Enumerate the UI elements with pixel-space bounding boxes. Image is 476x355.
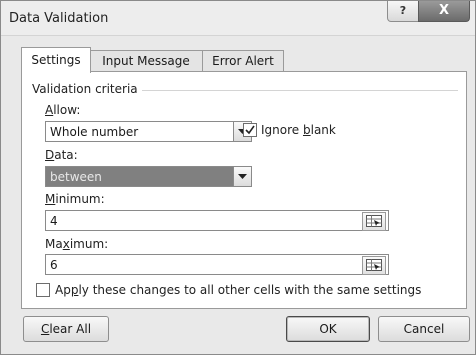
clear-all-button[interactable]: Clear All [23,316,109,342]
maximum-input[interactable]: 6 [45,254,389,275]
close-icon: X [438,3,450,18]
data-dropdown-button[interactable] [233,167,251,186]
minimum-input[interactable]: 4 [45,210,389,231]
help-icon: ? [399,4,407,17]
tab-settings[interactable]: Settings [21,47,91,73]
data-label: Data: [45,148,78,162]
close-button[interactable]: X [418,1,470,22]
minimum-label: Minimum: [45,192,105,206]
minimum-value: 4 [50,214,58,228]
dropdown-arrow-icon [238,174,247,179]
checkmark-icon [245,125,255,135]
tab-error-alert[interactable]: Error Alert [202,50,284,72]
settings-panel: Validation criteria Allow: Whole number … [21,71,467,309]
range-select-icon [366,215,382,227]
ignore-blank-label: Ignore blank [261,123,336,137]
window-title: Data Validation [9,11,109,26]
maximum-label: Maximum: [45,237,109,251]
title-bar: Data Validation ? X [1,1,475,36]
apply-all-checkbox[interactable] [36,283,50,297]
cancel-button[interactable]: Cancel [378,316,470,342]
allow-select[interactable]: Whole number [45,121,252,142]
maximum-range-button[interactable] [362,256,386,275]
ok-button[interactable]: OK [286,316,370,342]
data-select[interactable]: between [45,166,252,187]
apply-all-label: Apply these changes to all other cells w… [55,283,422,297]
data-select-value: between [50,170,102,184]
help-button[interactable]: ? [387,1,419,22]
group-divider [142,90,458,91]
allow-select-value: Whole number [50,125,139,139]
minimum-range-button[interactable] [362,212,386,231]
data-validation-dialog: Data Validation ? X Settings Input Messa… [0,0,476,355]
maximum-value: 6 [50,258,58,272]
tab-input-message[interactable]: Input Message [89,50,203,72]
ignore-blank-checkbox[interactable] [243,123,257,137]
range-select-icon [366,259,382,271]
allow-label: Allow: [45,103,81,117]
validation-criteria-label: Validation criteria [32,82,138,96]
